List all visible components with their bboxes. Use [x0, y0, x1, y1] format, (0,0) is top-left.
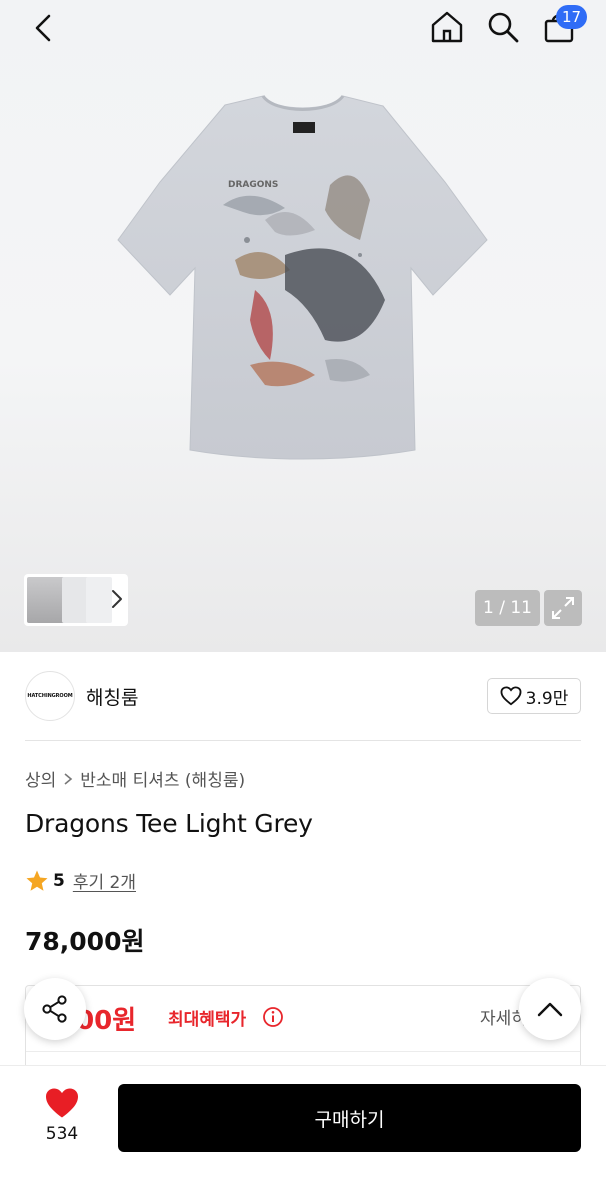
divider — [25, 740, 581, 741]
brand-like-count: 3.9만 — [525, 688, 569, 709]
product-main-image: DRAGONS — [117, 94, 488, 460]
home-icon — [431, 11, 463, 43]
info-icon[interactable] — [262, 1006, 284, 1028]
thumbnail-image[interactable] — [27, 577, 65, 623]
product-image-gallery[interactable]: 17 DRAGONS 1 / 11 — [0, 0, 606, 652]
cart-count-badge: 17 — [556, 5, 588, 29]
top-navigation-bar: 17 — [0, 0, 606, 56]
rating-row: 5 후기 2개 — [25, 868, 136, 893]
breadcrumb: 상의 반소매 티셔츠 (해칭룸) — [25, 766, 245, 791]
breadcrumb-category[interactable]: 상의 — [25, 766, 56, 791]
share-icon — [42, 995, 67, 1023]
product-price: 78,000원 — [25, 927, 145, 956]
chevron-up-icon — [537, 1002, 563, 1017]
brand-logo[interactable]: HATCHINGROOM — [25, 671, 75, 721]
expand-image-button[interactable] — [544, 590, 582, 626]
breadcrumb-subcategory[interactable]: 반소매 티셔츠 (해칭룸) — [80, 766, 245, 791]
brand-like-button[interactable]: 3.9만 — [487, 678, 581, 714]
thumbnail-strip[interactable] — [24, 574, 128, 626]
max-benefit-label: 최대혜택가 — [168, 1010, 247, 1030]
wish-count: 534 — [45, 1124, 79, 1144]
back-button[interactable] — [22, 8, 66, 48]
chevron-right-icon — [64, 772, 73, 785]
rating-score: 5 — [53, 870, 65, 891]
heart-outline-icon — [500, 686, 522, 706]
heart-filled-icon[interactable] — [44, 1087, 80, 1119]
search-icon — [488, 12, 519, 43]
share-button[interactable] — [24, 978, 86, 1040]
search-button[interactable] — [482, 6, 524, 48]
expand-icon — [552, 597, 574, 619]
chevron-right-icon[interactable] — [110, 588, 124, 610]
scroll-to-top-button[interactable] — [519, 978, 581, 1040]
brand-name[interactable]: 해칭룸 — [86, 683, 138, 710]
back-arrow-icon — [35, 14, 51, 42]
image-page-counter: 1 / 11 — [475, 590, 540, 626]
home-button[interactable] — [426, 6, 468, 48]
divider — [26, 1051, 580, 1052]
svg-text:DRAGONS: DRAGONS — [228, 180, 278, 190]
buy-button[interactable]: 구매하기 — [118, 1084, 581, 1152]
brand-logo-text: HATCHINGROOM — [27, 693, 73, 699]
product-title: Dragons Tee Light Grey — [25, 809, 313, 838]
review-count-link[interactable]: 후기 2개 — [73, 868, 136, 893]
thumbnail-image[interactable] — [86, 577, 112, 623]
star-icon — [26, 870, 48, 891]
